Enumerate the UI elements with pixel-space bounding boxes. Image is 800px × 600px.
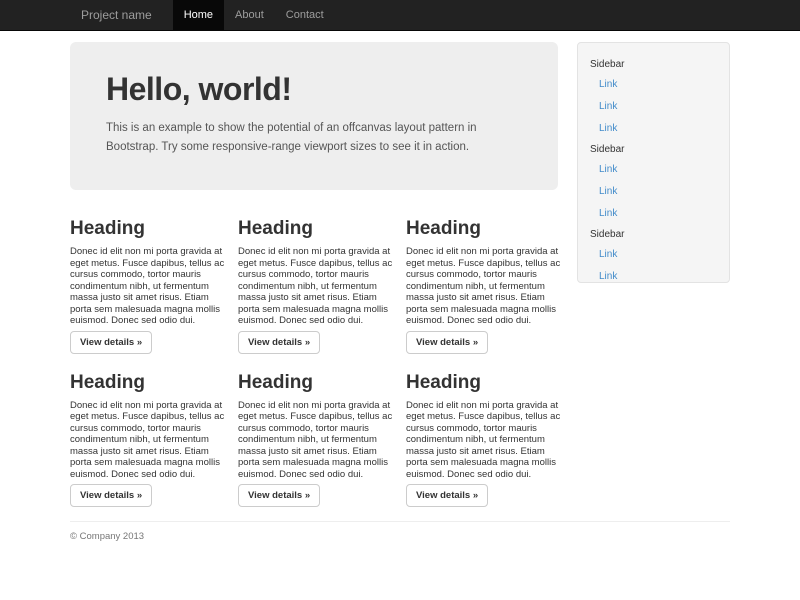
nav-item-contact[interactable]: Contact [275, 0, 335, 31]
nav-item-home[interactable]: Home [173, 0, 224, 31]
main-content: Hello, world! This is an example to show… [70, 42, 574, 507]
sidebar-group: Sidebar Link Link Link [578, 140, 729, 225]
sidebar-link[interactable]: Link [578, 244, 729, 266]
cards-row-1: Heading Donec id elit non mi porta gravi… [70, 200, 574, 354]
card: Heading Donec id elit non mi porta gravi… [238, 354, 406, 508]
card: Heading Donec id elit non mi porta gravi… [70, 200, 238, 354]
page-footer: © Company 2013 [70, 521, 730, 582]
card-body-text: Donec id elit non mi porta gravida at eg… [70, 400, 226, 481]
sidebar-group-label: Sidebar [578, 140, 729, 159]
sidebar-link[interactable]: Link [578, 181, 729, 203]
card-body-text: Donec id elit non mi porta gravida at eg… [406, 400, 562, 481]
card-heading: Heading [70, 372, 226, 393]
page-title: Hello, world! [106, 72, 522, 107]
card: Heading Donec id elit non mi porta gravi… [406, 200, 574, 354]
sidebar-link[interactable]: Link [578, 118, 729, 140]
sidebar-link[interactable]: Link [578, 74, 729, 96]
view-details-button[interactable]: View details » [406, 484, 488, 507]
card-heading: Heading [238, 218, 394, 239]
card-body-text: Donec id elit non mi porta gravida at eg… [70, 246, 226, 327]
card: Heading Donec id elit non mi porta gravi… [70, 354, 238, 508]
nav-item-about[interactable]: About [224, 0, 275, 31]
sidebar: Sidebar Link Link Link Sidebar Link Link… [577, 42, 730, 283]
sidebar-link[interactable]: Link [578, 203, 729, 225]
navbar-brand[interactable]: Project name [70, 0, 163, 31]
card-heading: Heading [406, 218, 562, 239]
sidebar-group: Sidebar Link Link Link [578, 55, 729, 140]
cards-row-2: Heading Donec id elit non mi porta gravi… [70, 354, 574, 508]
view-details-button[interactable]: View details » [70, 484, 152, 507]
card-body-text: Donec id elit non mi porta gravida at eg… [238, 246, 394, 327]
sidebar-group-label: Sidebar [578, 225, 729, 244]
card: Heading Donec id elit non mi porta gravi… [238, 200, 406, 354]
card-body-text: Donec id elit non mi porta gravida at eg… [406, 246, 562, 327]
view-details-button[interactable]: View details » [70, 331, 152, 354]
sidebar-group: Sidebar Link Link [578, 225, 729, 283]
card-heading: Heading [406, 372, 562, 393]
jumbotron-description: This is an example to show the potential… [106, 119, 522, 157]
card: Heading Donec id elit non mi porta gravi… [406, 354, 574, 508]
card-heading: Heading [70, 218, 226, 239]
sidebar-link[interactable]: Link [578, 159, 729, 181]
copyright-text: © Company 2013 [70, 531, 730, 582]
view-details-button[interactable]: View details » [238, 484, 320, 507]
sidebar-group-label: Sidebar [578, 55, 729, 74]
card-heading: Heading [238, 372, 394, 393]
jumbotron: Hello, world! This is an example to show… [70, 42, 558, 190]
footer-divider [70, 521, 730, 522]
top-navbar: Project name Home About Contact [0, 0, 800, 31]
view-details-button[interactable]: View details » [238, 331, 320, 354]
sidebar-link[interactable]: Link [578, 96, 729, 118]
card-body-text: Donec id elit non mi porta gravida at eg… [238, 400, 394, 481]
navbar-nav: Home About Contact [173, 0, 335, 31]
view-details-button[interactable]: View details » [406, 331, 488, 354]
sidebar-link[interactable]: Link [578, 266, 729, 283]
